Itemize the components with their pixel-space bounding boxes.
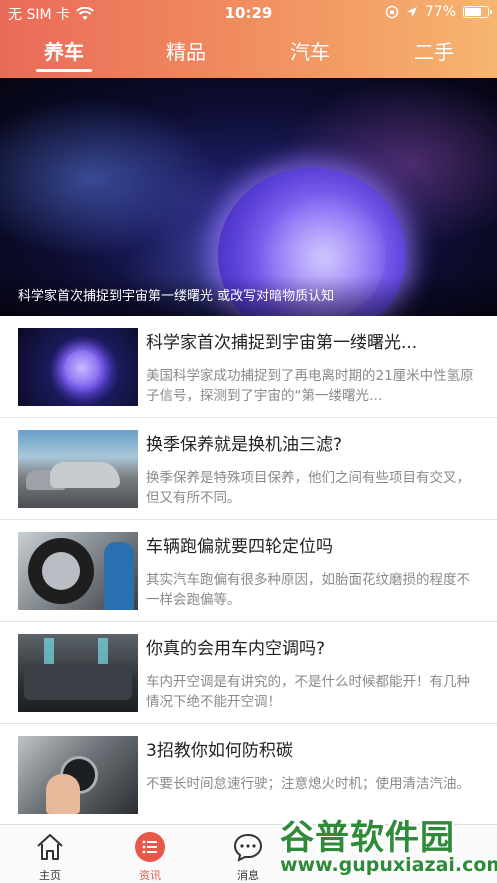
article-item[interactable]: 换季保养就是换机油三滤? 换季保养是特殊项目保养，他们之间有些项目有交叉，但又有… bbox=[0, 418, 497, 520]
watermark-url: www.gupuxiazai.com bbox=[280, 854, 497, 876]
tab-ershou[interactable]: 二手 bbox=[384, 36, 484, 65]
article-summary: 美国科学家成功捕捉到了再电离时期的21厘米中性氢原子信号，探测到了宇宙的“第一缕… bbox=[146, 368, 474, 404]
article-item[interactable]: 科学家首次捕捉到宇宙第一缕曙光... 美国科学家成功捕捉到了再电离时期的21厘米… bbox=[0, 316, 497, 418]
banner-caption: 科学家首次捕捉到宇宙第一缕曙光 或改写对暗物质认知 bbox=[0, 276, 497, 316]
airflow-image bbox=[98, 638, 108, 666]
tab-yangche[interactable]: 养车 bbox=[14, 36, 114, 65]
battery-percent: 77% bbox=[424, 4, 456, 20]
rim-image bbox=[42, 552, 80, 590]
article-thumbnail bbox=[18, 430, 138, 508]
article-thumbnail bbox=[18, 736, 138, 814]
mechanic-image bbox=[104, 542, 134, 610]
article-summary: 车内开空调是有讲究的，不是什么时候都能开！有几种情况下绝不能开空调！ bbox=[146, 674, 470, 710]
article-title: 换季保养就是换机油三滤? bbox=[146, 435, 343, 455]
tab-home[interactable]: 主页 bbox=[10, 831, 90, 883]
battery-icon bbox=[463, 6, 492, 18]
tab-news[interactable]: 资讯 bbox=[110, 831, 190, 883]
article-item[interactable]: 你真的会用车内空调吗? 车内开空调是有讲究的，不是什么时候都能开！有几种情况下绝… bbox=[0, 622, 497, 724]
article-summary: 其实汽车跑偏有很多种原因，如胎面花纹磨损的程度不一样会跑偏等。 bbox=[146, 572, 470, 608]
article-thumbnail bbox=[18, 328, 138, 406]
dashboard-image bbox=[24, 664, 132, 700]
home-icon bbox=[37, 834, 63, 860]
top-tab-bar: 养车 精品 汽车 二手 bbox=[0, 32, 497, 72]
article-title: 你真的会用车内空调吗? bbox=[146, 639, 326, 659]
status-bar: 无 SIM 卡 10:29 77% bbox=[0, 0, 497, 26]
banner-caption-text: 科学家首次捕捉到宇宙第一缕曙光 或改写对暗物质认知 bbox=[18, 289, 335, 304]
article-summary: 不要长时间怠速行驶；注意熄火时机；使用清洁汽油。 bbox=[146, 776, 470, 792]
finger-image bbox=[46, 774, 80, 814]
tab-jingpin[interactable]: 精品 bbox=[136, 36, 236, 65]
tab-qiche[interactable]: 汽车 bbox=[260, 36, 360, 65]
article-title: 3招教你如何防积碳 bbox=[146, 741, 293, 761]
article-list: 科学家首次捕捉到宇宙第一缕曙光... 美国科学家成功捕捉到了再电离时期的21厘米… bbox=[0, 316, 497, 824]
sun-image bbox=[64, 350, 100, 386]
app-header: 无 SIM 卡 10:29 77% 养车 精品 汽车 二手 bbox=[0, 0, 497, 78]
tab-home-label: 主页 bbox=[39, 869, 61, 882]
article-title: 科学家首次捕捉到宇宙第一缕曙光... bbox=[146, 333, 418, 353]
location-arrow-icon bbox=[406, 7, 417, 17]
banner-carousel[interactable]: 科学家首次捕捉到宇宙第一缕曙光 或改写对暗物质认知 bbox=[0, 78, 497, 316]
article-summary: 换季保养是特殊项目保养，他们之间有些项目有交叉，但又有所不同。 bbox=[146, 470, 470, 506]
article-thumbnail bbox=[18, 634, 138, 712]
chat-bubble-icon bbox=[233, 833, 263, 862]
active-tab-indicator bbox=[36, 69, 92, 72]
site-watermark: 谷普软件园 www.gupuxiazai.com bbox=[272, 808, 497, 883]
car-image bbox=[50, 462, 120, 488]
airflow-image bbox=[44, 638, 54, 666]
news-list-icon bbox=[135, 832, 165, 862]
orientation-lock-icon bbox=[385, 5, 399, 19]
article-thumbnail bbox=[18, 532, 138, 610]
article-title: 车辆跑偏就要四轮定位吗 bbox=[146, 537, 333, 557]
article-item[interactable]: 车辆跑偏就要四轮定位吗 其实汽车跑偏有很多种原因，如胎面花纹磨损的程度不一样会跑… bbox=[0, 520, 497, 622]
watermark-title: 谷普软件园 bbox=[280, 818, 455, 858]
tab-news-label: 资讯 bbox=[139, 869, 161, 882]
